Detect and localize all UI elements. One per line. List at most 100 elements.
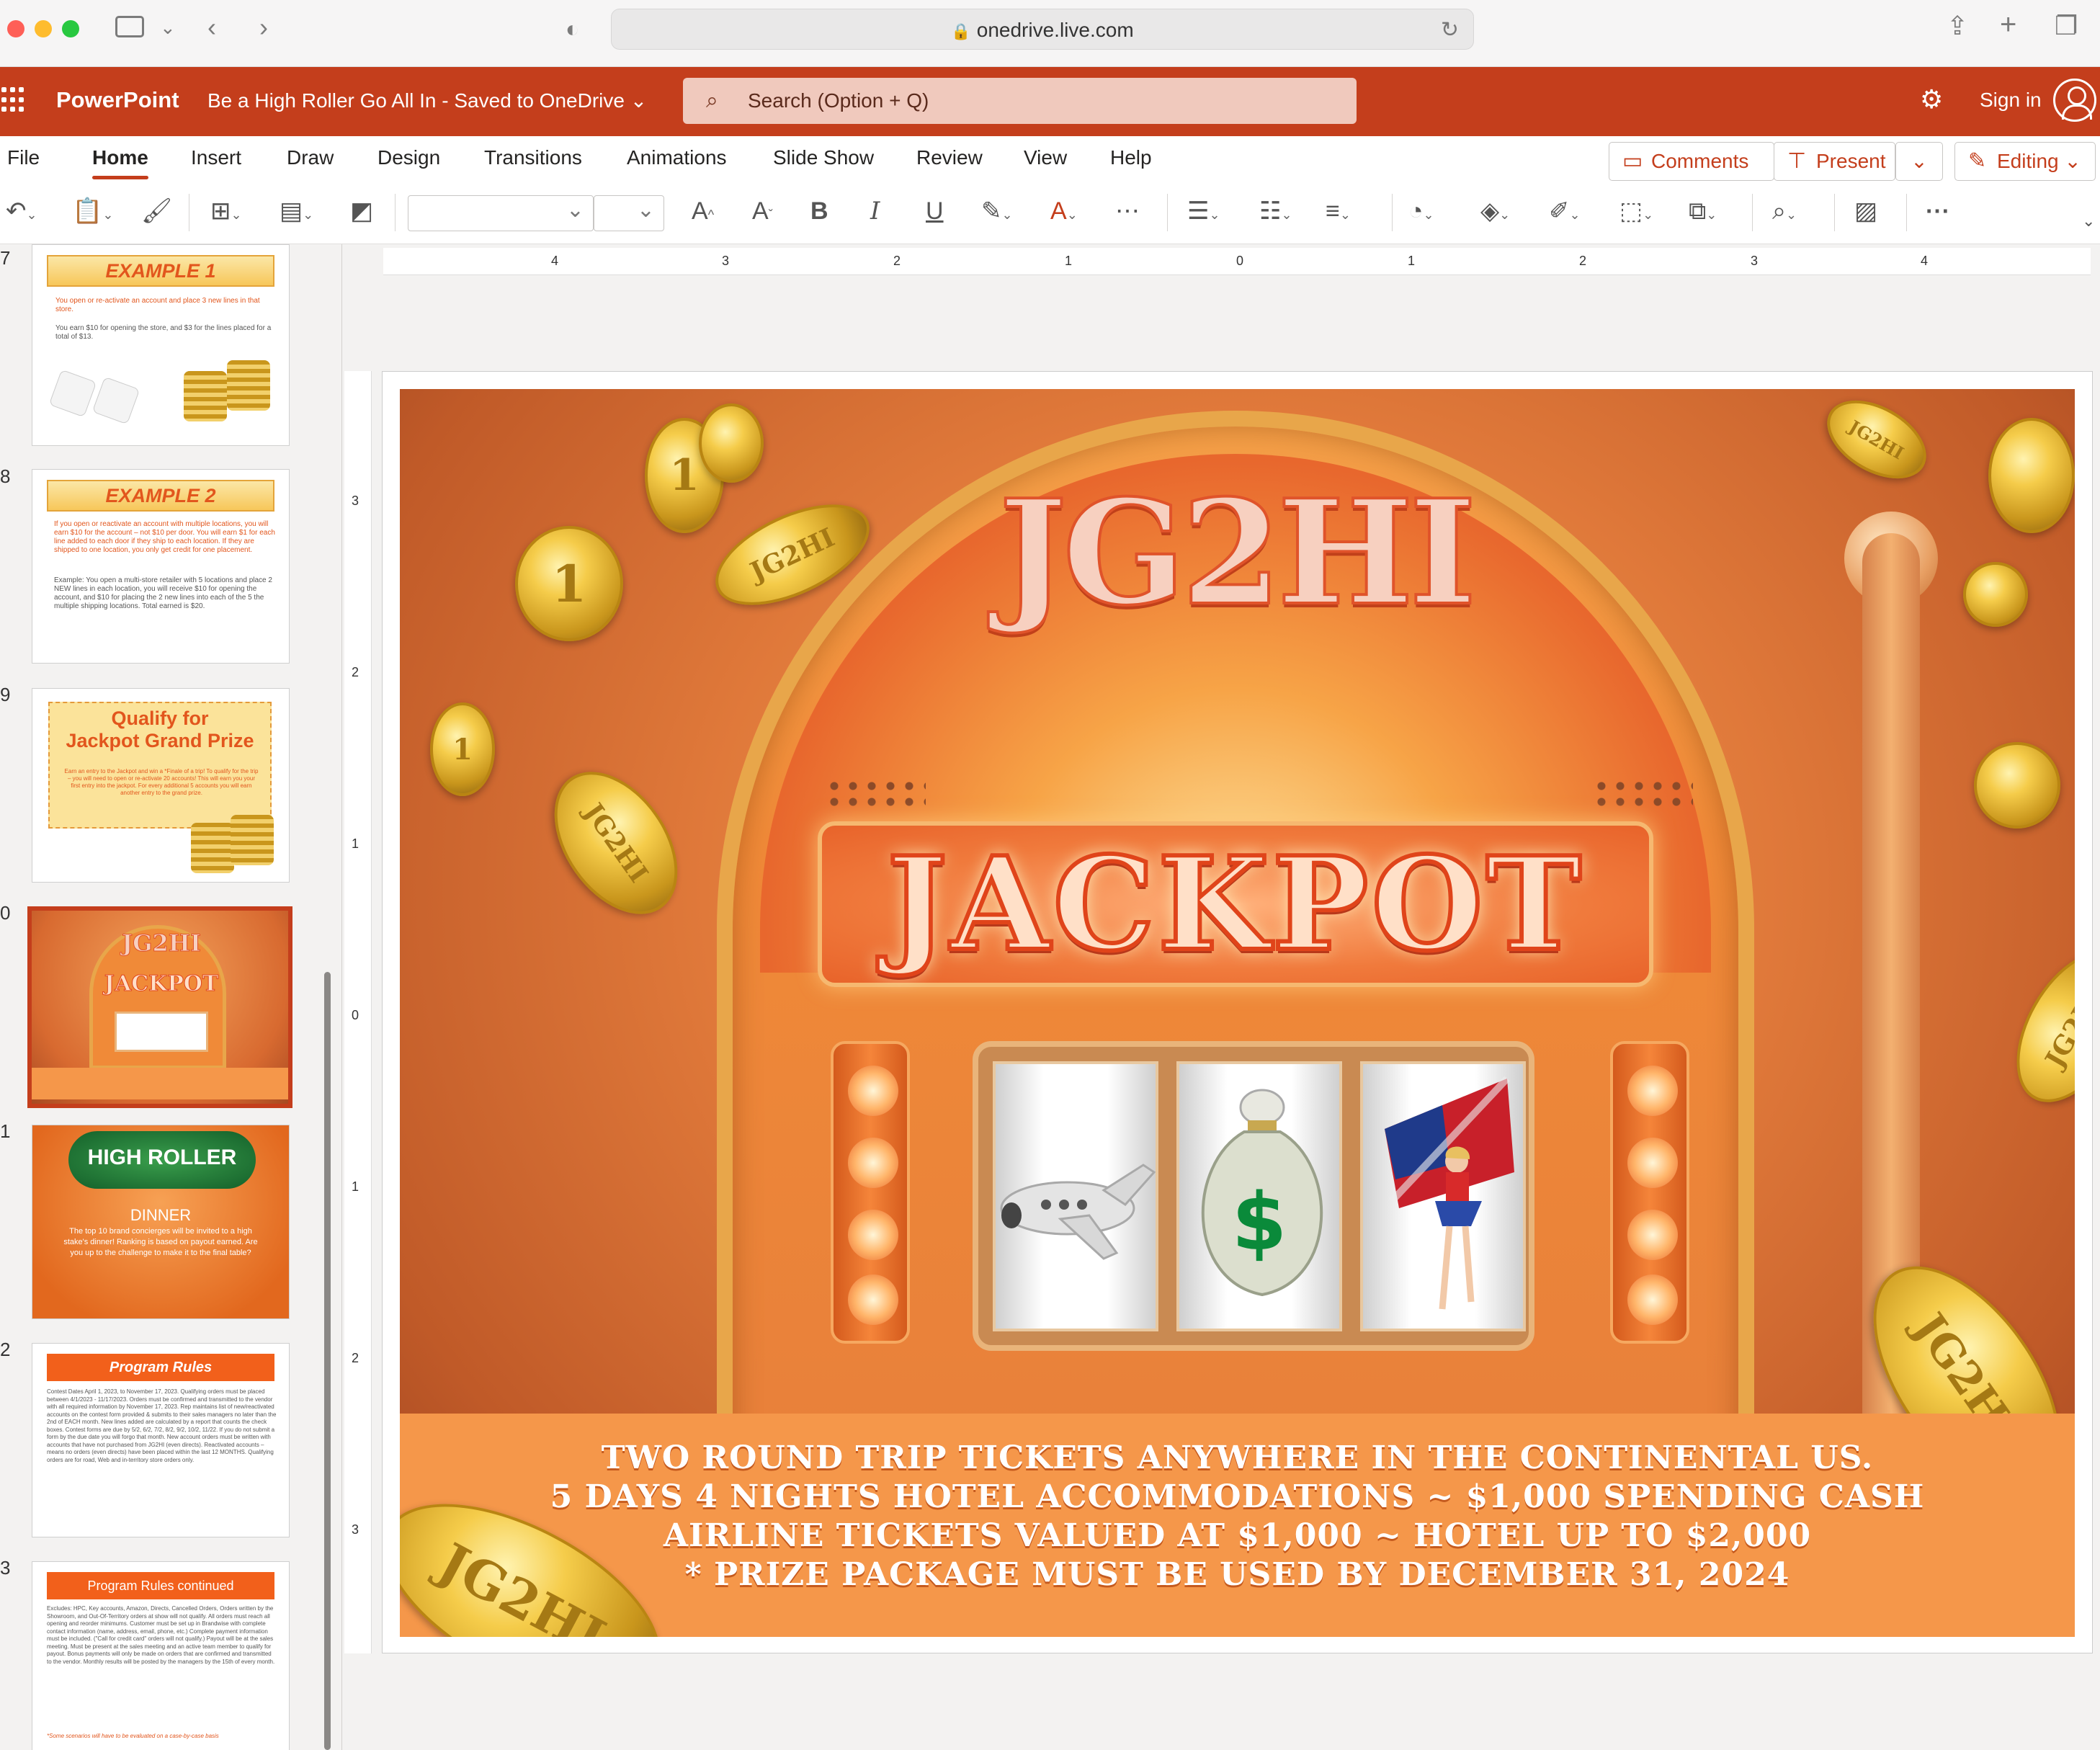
bold-icon[interactable]: B bbox=[810, 197, 828, 226]
slide-thumbnail-12[interactable]: Program Rules Contest Dates April 1, 202… bbox=[32, 1343, 290, 1537]
font-size-dropdown[interactable] bbox=[594, 195, 664, 231]
tab-slide-show[interactable]: Slide Show bbox=[773, 146, 874, 169]
expand-ribbon-chevron-icon[interactable]: ⌄ bbox=[2082, 207, 2095, 236]
ruler-label: 3 bbox=[1751, 254, 1759, 268]
tab-home[interactable]: Home bbox=[92, 146, 148, 179]
gold-coin-image bbox=[1963, 562, 2028, 627]
new-tab-icon[interactable]: + bbox=[2000, 10, 2016, 39]
slide-thumbnail-panel[interactable]: 7 EXAMPLE 1 You open or re-activate an a… bbox=[0, 244, 342, 1750]
settings-gear-icon[interactable]: ⚙ bbox=[1920, 84, 1943, 115]
lock-icon: 🔒 bbox=[951, 22, 971, 40]
tab-draw[interactable]: Draw bbox=[287, 146, 334, 169]
find-icon[interactable]: ⌕⌄ bbox=[1772, 197, 1797, 229]
tab-view[interactable]: View bbox=[1024, 146, 1067, 169]
underline-icon[interactable]: U bbox=[926, 197, 944, 226]
editing-mode-button[interactable]: ✎ Editing ⌄ bbox=[1954, 142, 2096, 181]
address-bar[interactable]: 🔒 onedrive.live.com ↻ bbox=[611, 9, 1474, 50]
gold-coin-image: JG2HI bbox=[1813, 389, 1940, 495]
ruler-label: 0 bbox=[352, 1008, 359, 1022]
privacy-shield-icon[interactable]: ◐ bbox=[566, 16, 579, 42]
thumb-footnote: *Some scenarios will have to be evaluate… bbox=[47, 1733, 219, 1739]
comments-button[interactable]: ▭ Comments bbox=[1609, 142, 1774, 181]
decorative-dots bbox=[825, 778, 926, 807]
close-window-button[interactable] bbox=[7, 20, 24, 37]
thumb-text: The top 10 brand concierges will be invi… bbox=[63, 1227, 258, 1257]
slide-thumbnail-8[interactable]: EXAMPLE 2 If you open or reactivate an a… bbox=[32, 469, 290, 664]
format-painter-icon[interactable]: 🖌 bbox=[141, 197, 172, 226]
ruler-label: 2 bbox=[1579, 254, 1587, 268]
tab-transitions[interactable]: Transitions bbox=[484, 146, 582, 169]
italic-icon[interactable]: I bbox=[870, 197, 880, 226]
more-font-options-icon[interactable]: ⋯ bbox=[1115, 197, 1140, 226]
thumb-title: Qualify for bbox=[111, 707, 209, 729]
tab-animations[interactable]: Animations bbox=[627, 146, 727, 169]
account-avatar-icon[interactable] bbox=[2053, 79, 2096, 122]
shape-outline-icon[interactable]: ✐⌄ bbox=[1549, 197, 1581, 229]
forward-icon[interactable]: › bbox=[259, 14, 268, 40]
search-input[interactable]: ⌕ Search (Option + Q) bbox=[683, 78, 1357, 124]
arrange-icon[interactable]: ⧉⌄ bbox=[1689, 197, 1717, 229]
chevron-down-icon[interactable]: ⌄ bbox=[160, 14, 176, 40]
vertical-ruler: 3 2 1 0 1 2 3 bbox=[344, 371, 372, 1653]
undo-icon[interactable]: ↶⌄ bbox=[6, 197, 37, 229]
increase-font-icon[interactable]: A^ bbox=[692, 197, 714, 229]
layout-icon[interactable]: ▤⌄ bbox=[280, 197, 313, 229]
tab-help[interactable]: Help bbox=[1110, 146, 1152, 169]
slide-thumbnail-10[interactable]: JG2HI JACKPOT bbox=[27, 906, 292, 1108]
tab-review[interactable]: Review bbox=[916, 146, 983, 169]
tab-overview-icon[interactable]: ❐ bbox=[2055, 13, 2078, 39]
thumbnail-scrollbar[interactable] bbox=[324, 972, 331, 1750]
coin-stack-image bbox=[184, 371, 227, 421]
font-color-icon[interactable]: A⌄ bbox=[1050, 197, 1078, 229]
shape-effects-icon[interactable]: ⬚⌄ bbox=[1619, 197, 1653, 229]
slide-number: 1 bbox=[0, 1120, 11, 1142]
font-family-dropdown[interactable] bbox=[408, 195, 594, 231]
tab-design[interactable]: Design bbox=[377, 146, 440, 169]
zoom-window-button[interactable] bbox=[62, 20, 79, 37]
thumb-text: Example: You open a multi-store retailer… bbox=[54, 576, 272, 610]
slot-reels: $ bbox=[973, 1041, 1534, 1351]
slide-number: 3 bbox=[0, 1557, 11, 1579]
more-options-icon[interactable]: ⋯ bbox=[1925, 197, 1949, 226]
slide-thumbnail-7[interactable]: EXAMPLE 1 You open or re-activate an acc… bbox=[32, 244, 290, 446]
slide-thumbnail-11[interactable]: HIGH ROLLER DINNER The top 10 brand conc… bbox=[32, 1125, 290, 1319]
browser-toolbar: ⌄ ‹ › ◐ 🔒 onedrive.live.com ↻ ⇪ + ❐ bbox=[0, 0, 2100, 67]
gold-coin-image bbox=[699, 403, 764, 483]
current-slide[interactable]: JG2HI JACKPOT $ 1 1 1 JG2HI JG2HI JG2HI … bbox=[400, 389, 2075, 1637]
thumb-text: Earn an entry to the Jackpot and win a *… bbox=[64, 768, 259, 796]
align-icon[interactable]: ≡⌄ bbox=[1326, 197, 1351, 229]
designer-icon[interactable]: ▨ bbox=[1854, 197, 1877, 226]
sign-in-link[interactable]: Sign in bbox=[1980, 89, 2042, 112]
dice-image bbox=[91, 376, 140, 425]
coin-stack-image bbox=[227, 360, 270, 411]
present-options-chevron-icon[interactable]: ⌄ bbox=[1895, 142, 1943, 181]
tab-insert[interactable]: Insert bbox=[191, 146, 241, 169]
highlight-icon[interactable]: ✎⌄ bbox=[981, 197, 1013, 229]
minimize-window-button[interactable] bbox=[35, 20, 52, 37]
paste-icon[interactable]: 📋⌄ bbox=[72, 197, 113, 229]
app-launcher-icon[interactable] bbox=[1, 87, 24, 113]
reload-icon[interactable]: ↻ bbox=[1441, 9, 1459, 50]
present-button[interactable]: ⊤ Present bbox=[1774, 142, 1895, 181]
ruler-label: 1 bbox=[1408, 254, 1416, 268]
decrease-font-icon[interactable]: Aˇ bbox=[752, 197, 773, 229]
horizontal-ruler: 4 3 2 1 0 1 2 3 4 bbox=[383, 248, 2091, 275]
slide-number: 9 bbox=[0, 684, 11, 705]
slide-number: 7 bbox=[0, 247, 11, 269]
numbering-icon[interactable]: ☷⌄ bbox=[1259, 197, 1292, 229]
document-title[interactable]: Be a High Roller Go All In - Saved to On… bbox=[207, 89, 647, 112]
background-icon[interactable]: ◩ bbox=[350, 197, 373, 226]
editing-label: Editing bbox=[1997, 150, 2059, 172]
lamp-column-right bbox=[1610, 1041, 1689, 1344]
bullets-icon[interactable]: ☰⌄ bbox=[1187, 197, 1220, 229]
shape-fill-icon[interactable]: ◈⌄ bbox=[1480, 197, 1510, 229]
shapes-icon[interactable]: ◔⌄ bbox=[1408, 197, 1434, 229]
slide-thumbnail-9[interactable]: Qualify for Jackpot Grand Prize Earn an … bbox=[32, 688, 290, 883]
back-icon[interactable]: ‹ bbox=[207, 14, 216, 40]
slide-thumbnail-13[interactable]: Program Rules continued Excludes: HPC, K… bbox=[32, 1561, 290, 1750]
tab-file[interactable]: File bbox=[7, 146, 40, 169]
sidebar-toggle-icon[interactable] bbox=[115, 16, 144, 37]
new-slide-icon[interactable]: ⊞⌄ bbox=[210, 197, 242, 229]
app-name[interactable]: PowerPoint bbox=[56, 87, 179, 113]
share-icon[interactable]: ⇪ bbox=[1947, 13, 1968, 39]
